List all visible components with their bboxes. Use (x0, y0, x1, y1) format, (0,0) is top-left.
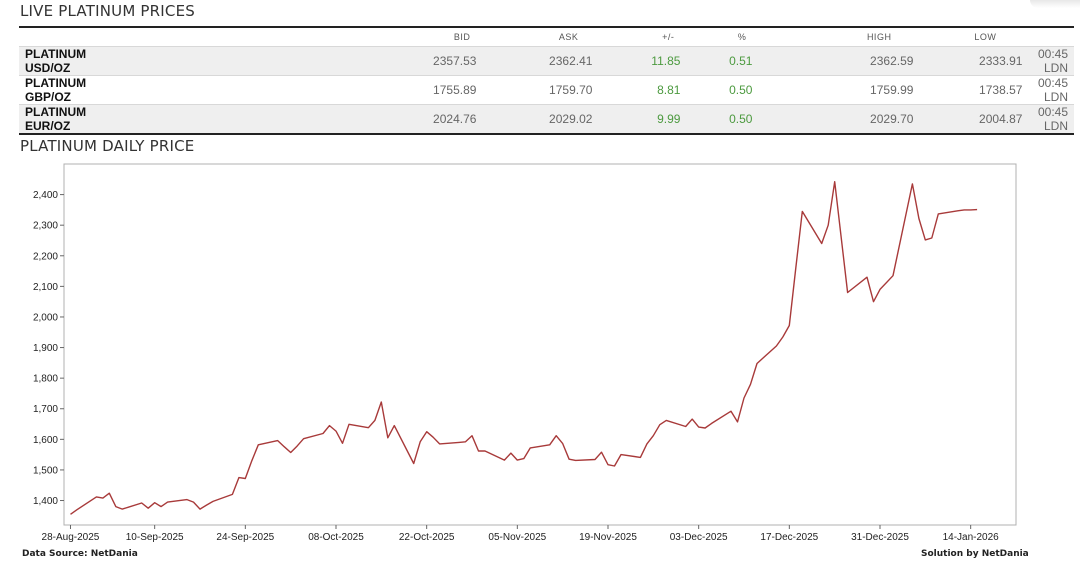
data-source-label: Data Source: NetDania (22, 549, 138, 559)
instrument-name: PLATINUM USD/OZ (19, 46, 99, 76)
price-chart: 1,400 1,500 1,600 1,700 1,800 1,900 2,000 2,100… (33, 163, 1017, 543)
header-ask: ASK (482, 27, 599, 47)
header-bid: BID (98, 27, 483, 47)
x-tick-label: 19-Nov-2025 (579, 532, 637, 543)
x-tick-label: 24-Sep-2025 (216, 532, 274, 543)
y-tick-label: 2,300 (33, 221, 58, 232)
ask-value: 2362.41 (482, 46, 599, 76)
header-time (1028, 27, 1074, 47)
high-value: 2029.70 (758, 104, 920, 134)
header-name (19, 27, 99, 47)
live-prices-title: LIVE PLATINUM PRICES (20, 2, 195, 20)
plot-area (63, 163, 1017, 526)
time-value: 00:45 LDN (1028, 46, 1074, 76)
change-value: 11.85 (598, 46, 687, 76)
instrument-name: PLATINUM GBP/OZ (19, 75, 99, 105)
x-tick-label: 10-Sep-2025 (126, 532, 184, 543)
header-low: LOW (919, 27, 1029, 47)
y-tick-label: 1,600 (33, 435, 58, 446)
x-tick-label: 08-Oct-2025 (308, 532, 364, 543)
table-header-row: BID ASK +/- % HIGH LOW (19, 27, 1074, 47)
low-value: 2333.91 (919, 46, 1029, 76)
low-value: 2004.87 (919, 104, 1029, 134)
table-row[interactable]: PLATINUM EUR/OZ 2024.76 2029.02 9.99 0.5… (19, 104, 1074, 134)
time-value: 00:45 LDN (1028, 104, 1074, 134)
y-axis: 1,400 1,500 1,600 1,700 1,800 1,900 2,000 2,100… (33, 190, 64, 507)
header-high: HIGH (758, 27, 920, 47)
y-tick-label: 1,800 (33, 374, 58, 385)
solution-label: Solution by NetDania (921, 549, 1029, 559)
daily-price-title: PLATINUM DAILY PRICE (20, 137, 195, 155)
y-tick-label: 1,700 (33, 404, 58, 415)
high-value: 1759.99 (758, 75, 920, 105)
window-edge-shadow (1030, 0, 1080, 8)
percent-value: 0.50 (686, 104, 759, 134)
x-axis: 28-Aug-2025 10-Sep-2025 24-Sep-2025 08-Oct-… (42, 525, 1000, 543)
y-tick-label: 2,100 (33, 282, 58, 293)
time-value: 00:45 LDN (1028, 75, 1074, 105)
x-tick-label: 05-Nov-2025 (488, 532, 546, 543)
bid-value: 2357.53 (98, 46, 483, 76)
y-tick-label: 1,400 (33, 496, 58, 507)
x-tick-label: 03-Dec-2025 (670, 532, 728, 543)
y-tick-label: 2,000 (33, 312, 58, 323)
x-tick-label: 17-Dec-2025 (760, 532, 818, 543)
table-row[interactable]: PLATINUM USD/OZ 2357.53 2362.41 11.85 0.… (19, 46, 1074, 76)
x-tick-label: 14-Jan-2026 (943, 532, 1000, 543)
x-tick-label: 31-Dec-2025 (851, 532, 909, 543)
live-prices-table: BID ASK +/- % HIGH LOW PLATINUM USD/OZ 2… (19, 26, 1074, 135)
percent-value: 0.50 (686, 75, 759, 105)
bid-value: 2024.76 (98, 104, 483, 134)
instrument-name: PLATINUM EUR/OZ (19, 104, 99, 134)
high-value: 2362.59 (758, 46, 920, 76)
x-tick-label: 28-Aug-2025 (42, 532, 100, 543)
percent-value: 0.51 (686, 46, 759, 76)
change-value: 9.99 (598, 104, 687, 134)
low-value: 1738.57 (919, 75, 1029, 105)
header-percent: % (686, 27, 759, 47)
ask-value: 1759.70 (482, 75, 599, 105)
y-tick-label: 1,900 (33, 343, 58, 354)
ask-value: 2029.02 (482, 104, 599, 134)
change-value: 8.81 (598, 75, 687, 105)
bid-value: 1755.89 (98, 75, 483, 105)
table-row[interactable]: PLATINUM GBP/OZ 1755.89 1759.70 8.81 0.5… (19, 75, 1074, 105)
x-tick-label: 22-Oct-2025 (399, 532, 455, 543)
y-tick-label: 2,200 (33, 251, 58, 262)
y-tick-label: 1,500 (33, 465, 58, 476)
y-tick-label: 2,400 (33, 190, 58, 201)
header-change: +/- (598, 27, 687, 47)
